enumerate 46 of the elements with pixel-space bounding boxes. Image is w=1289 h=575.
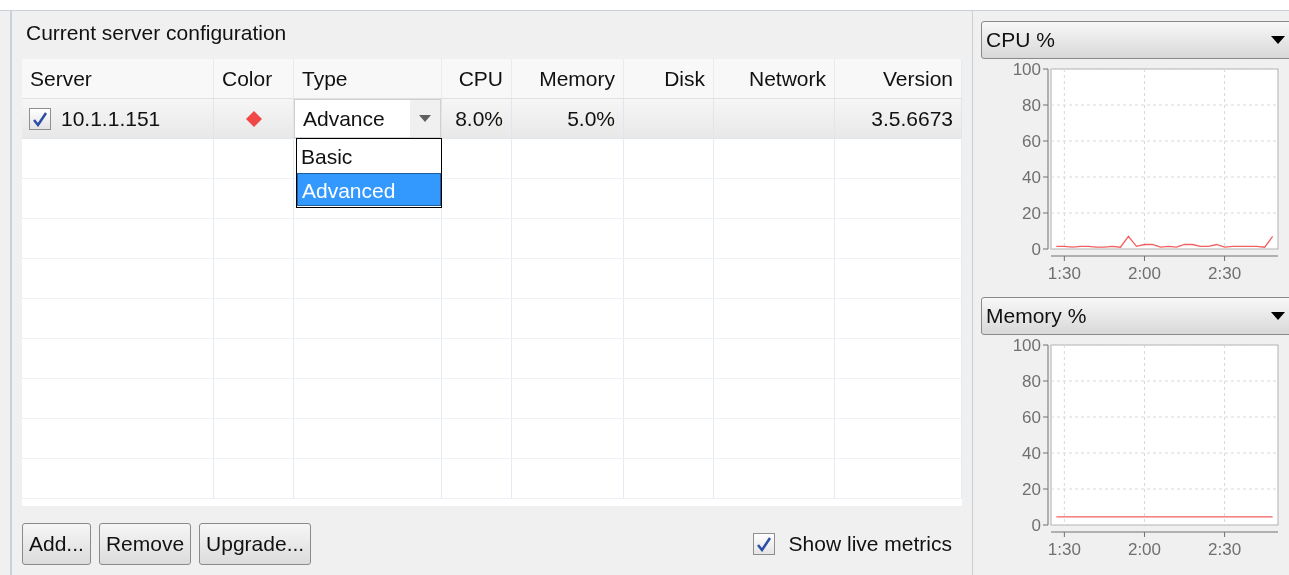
- axis-label: 100: [1012, 60, 1041, 79]
- column-header[interactable]: Type: [294, 59, 442, 98]
- dropdown-option[interactable]: Basic: [297, 140, 441, 173]
- axis-label: 20: [1022, 204, 1041, 223]
- column-header[interactable]: Server: [22, 59, 214, 98]
- column-header[interactable]: Version: [835, 59, 962, 98]
- column-header[interactable]: Memory: [512, 59, 624, 98]
- checkbox[interactable]: [752, 533, 775, 555]
- checkbox[interactable]: [29, 107, 51, 130]
- axis-label: 40: [1022, 168, 1041, 187]
- dropdown-arrow-icon: [1271, 312, 1285, 320]
- action-button[interactable]: Upgrade...: [199, 523, 312, 565]
- axis-label: 2:00: [1127, 540, 1161, 559]
- checkbox-label: Show live metrics: [788, 531, 952, 558]
- dropdown-arrow-icon: [1271, 36, 1285, 44]
- axis-label: 60: [1022, 408, 1041, 427]
- axis-label: 1:30: [1047, 540, 1081, 559]
- axis-label: 0: [1031, 240, 1041, 259]
- caret-icon: [419, 115, 431, 122]
- column-header[interactable]: Color: [214, 59, 294, 98]
- panel-title: Current server configuration: [25, 20, 288, 46]
- axis-label: 2:30: [1208, 540, 1242, 559]
- table-cell-text: 5.0%: [567, 105, 615, 132]
- metric-select[interactable]: Memory %: [981, 297, 1289, 335]
- axis-label: 80: [1022, 96, 1041, 115]
- server-address: 10.1.1.151: [61, 105, 161, 132]
- column-header[interactable]: Network: [714, 59, 835, 98]
- table-cell-text: 3.5.6673: [871, 105, 953, 132]
- axis-label: 0: [1031, 516, 1041, 535]
- metric-select[interactable]: CPU %: [981, 21, 1289, 59]
- axis-label: 2:00: [1127, 264, 1161, 283]
- column-header[interactable]: Disk: [624, 59, 714, 98]
- type-dropdown[interactable]: Advance: [294, 99, 441, 138]
- table-cell-text: 8.0%: [455, 105, 503, 132]
- axis-label: 60: [1022, 132, 1041, 151]
- axis-label: 1:30: [1047, 264, 1081, 283]
- checkmark-icon: [32, 110, 48, 127]
- axis-label: 100: [1012, 336, 1041, 355]
- action-button[interactable]: Remove: [98, 523, 192, 565]
- axis-label: 2:30: [1208, 264, 1242, 283]
- action-button[interactable]: Add...: [22, 523, 91, 565]
- column-header[interactable]: CPU: [442, 59, 512, 98]
- axis-label: 20: [1022, 480, 1041, 499]
- checkmark-icon: [755, 536, 772, 552]
- axis-label: 40: [1022, 444, 1041, 463]
- axis-label: 80: [1022, 372, 1041, 391]
